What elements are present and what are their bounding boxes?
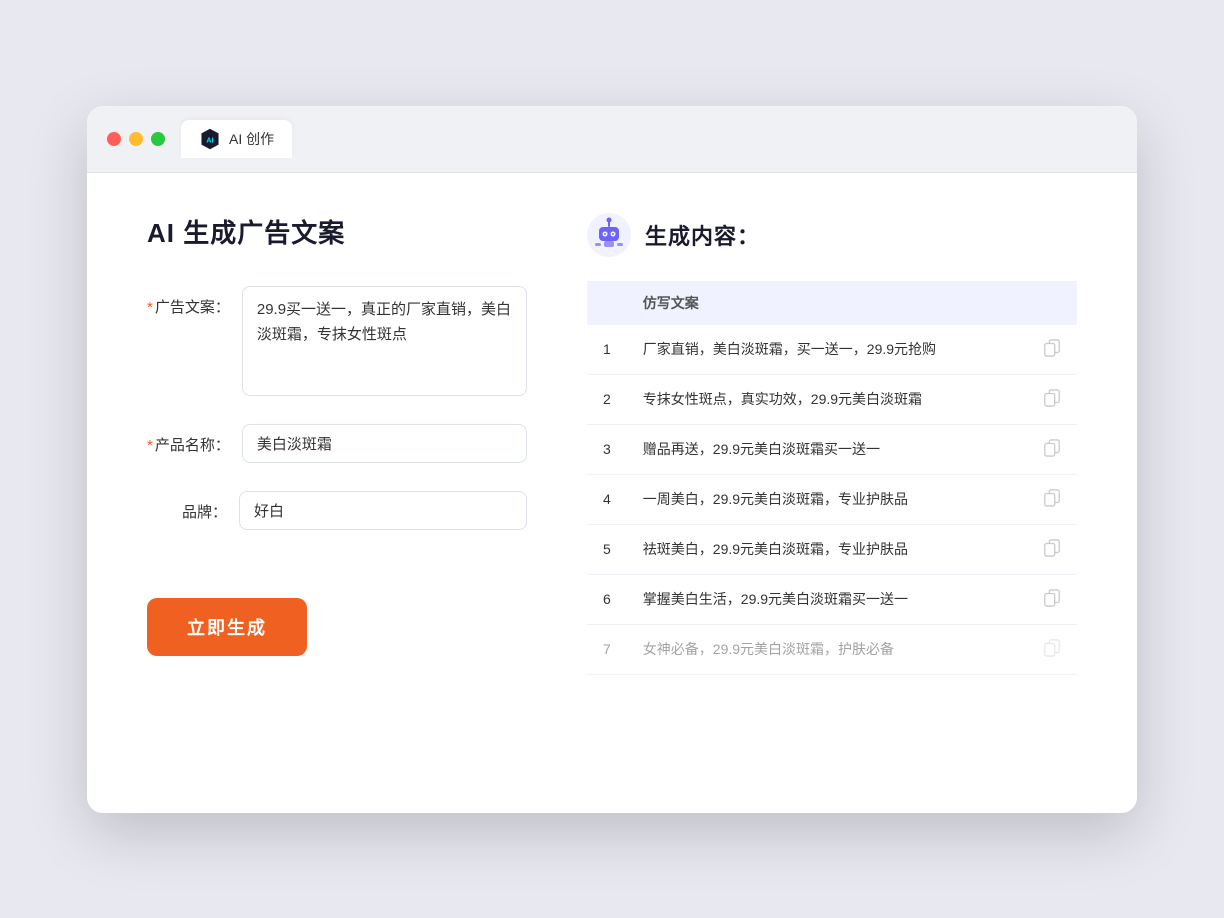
results-table: 仿写文案 1厂家直销，美白淡斑霜，买一送一，29.9元抢购 2专抹女性斑点，真实… bbox=[587, 281, 1077, 675]
copy-button[interactable] bbox=[1027, 524, 1077, 574]
active-tab[interactable]: AI AI 创作 bbox=[181, 120, 292, 158]
traffic-lights bbox=[107, 132, 165, 146]
copy-button[interactable] bbox=[1027, 374, 1077, 424]
ad-copy-input[interactable]: 29.9买一送一，真正的厂家直销，美白淡斑霜，专抹女性斑点 bbox=[242, 286, 527, 396]
product-name-label: *产品名称： bbox=[147, 424, 230, 455]
ai-tab-icon: AI bbox=[199, 128, 221, 150]
brand-input[interactable] bbox=[239, 491, 527, 530]
main-content: AI 生成广告文案 *广告文案： 29.9买一送一，真正的厂家直销，美白淡斑霜，… bbox=[87, 173, 1137, 813]
required-star-1: * bbox=[147, 299, 153, 316]
row-text: 掌握美白生活，29.9元美白淡斑霜买一送一 bbox=[627, 574, 1027, 624]
row-number: 2 bbox=[587, 374, 627, 424]
col-content: 仿写文案 bbox=[627, 281, 1027, 325]
row-number: 4 bbox=[587, 474, 627, 524]
col-num bbox=[587, 281, 627, 325]
maximize-button[interactable] bbox=[151, 132, 165, 146]
table-row: 6掌握美白生活，29.9元美白淡斑霜买一送一 bbox=[587, 574, 1077, 624]
ad-copy-group: *广告文案： 29.9买一送一，真正的厂家直销，美白淡斑霜，专抹女性斑点 bbox=[147, 286, 527, 396]
minimize-button[interactable] bbox=[129, 132, 143, 146]
row-text: 一周美白，29.9元美白淡斑霜，专业护肤品 bbox=[627, 474, 1027, 524]
row-number: 6 bbox=[587, 574, 627, 624]
table-row: 5祛斑美白，29.9元美白淡斑霜，专业护肤品 bbox=[587, 524, 1077, 574]
tab-label: AI 创作 bbox=[229, 129, 274, 149]
table-header-row: 仿写文案 bbox=[587, 281, 1077, 325]
copy-button[interactable] bbox=[1027, 624, 1077, 674]
copy-button[interactable] bbox=[1027, 474, 1077, 524]
row-text: 专抹女性斑点，真实功效，29.9元美白淡斑霜 bbox=[627, 374, 1027, 424]
copy-button[interactable] bbox=[1027, 574, 1077, 624]
row-text: 厂家直销，美白淡斑霜，买一送一，29.9元抢购 bbox=[627, 325, 1027, 375]
product-name-input[interactable] bbox=[242, 424, 527, 463]
table-row: 2专抹女性斑点，真实功效，29.9元美白淡斑霜 bbox=[587, 374, 1077, 424]
row-text: 女神必备，29.9元美白淡斑霜，护肤必备 bbox=[627, 624, 1027, 674]
table-row: 4一周美白，29.9元美白淡斑霜，专业护肤品 bbox=[587, 474, 1077, 524]
product-name-group: *产品名称： bbox=[147, 424, 527, 463]
robot-icon bbox=[587, 213, 631, 257]
svg-text:AI: AI bbox=[206, 136, 213, 144]
left-panel: AI 生成广告文案 *广告文案： 29.9买一送一，真正的厂家直销，美白淡斑霜，… bbox=[147, 213, 527, 773]
close-button[interactable] bbox=[107, 132, 121, 146]
required-star-2: * bbox=[147, 437, 153, 454]
page-title: AI 生成广告文案 bbox=[147, 213, 527, 250]
table-row: 1厂家直销，美白淡斑霜，买一送一，29.9元抢购 bbox=[587, 325, 1077, 375]
right-panel: 生成内容： 仿写文案 1厂家直销，美白淡斑霜，买一送一，29.9元抢购 2专抹女… bbox=[587, 213, 1077, 773]
table-row: 7女神必备，29.9元美白淡斑霜，护肤必备 bbox=[587, 624, 1077, 674]
row-number: 3 bbox=[587, 424, 627, 474]
brand-label: 品牌： bbox=[147, 491, 227, 522]
row-number: 7 bbox=[587, 624, 627, 674]
generate-button[interactable]: 立即生成 bbox=[147, 598, 307, 656]
copy-button[interactable] bbox=[1027, 424, 1077, 474]
copy-button[interactable] bbox=[1027, 325, 1077, 375]
result-title: 生成内容： bbox=[645, 219, 760, 251]
row-text: 赠品再送，29.9元美白淡斑霜买一送一 bbox=[627, 424, 1027, 474]
table-row: 3赠品再送，29.9元美白淡斑霜买一送一 bbox=[587, 424, 1077, 474]
row-number: 1 bbox=[587, 325, 627, 375]
browser-window: AI AI 创作 AI 生成广告文案 *广告文案： 29.9买一送一，真正的厂家… bbox=[87, 106, 1137, 813]
ad-copy-label: *广告文案： bbox=[147, 286, 230, 317]
col-action bbox=[1027, 281, 1077, 325]
row-number: 5 bbox=[587, 524, 627, 574]
brand-group: 品牌： bbox=[147, 491, 527, 530]
row-text: 祛斑美白，29.9元美白淡斑霜，专业护肤品 bbox=[627, 524, 1027, 574]
result-header: 生成内容： bbox=[587, 213, 1077, 257]
title-bar: AI AI 创作 bbox=[87, 106, 1137, 173]
